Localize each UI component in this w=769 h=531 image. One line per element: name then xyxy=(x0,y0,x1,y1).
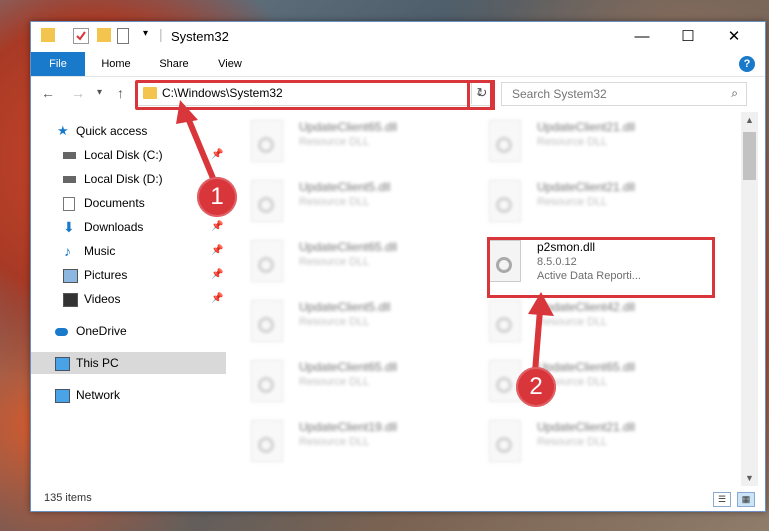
callout-badge-2: 2 xyxy=(516,367,556,407)
callout-arrows xyxy=(176,100,554,375)
callout-badge-1: 1 xyxy=(197,177,237,217)
